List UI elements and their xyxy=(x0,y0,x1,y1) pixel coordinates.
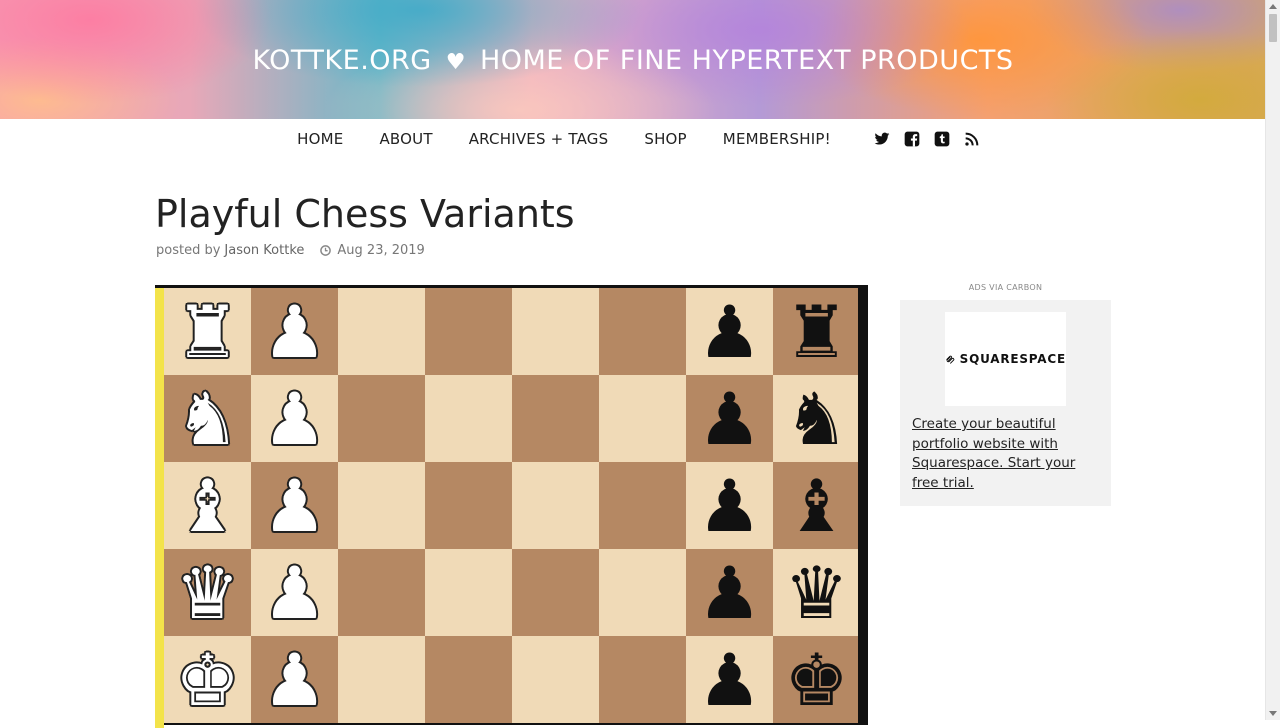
chess-board: ♜ ♟ ♟ ♜ ♞ ♟ ♟ ♞ ♝ ♟ ♟ ♝ ♛ ♟ ♟ ♛ ♚ ♟ ♟ ♚ xyxy=(164,288,858,728)
board-square xyxy=(512,636,599,723)
chess-piece-icon: ♜ xyxy=(175,289,240,374)
board-square: ♝ xyxy=(773,462,858,549)
twitter-icon[interactable] xyxy=(874,131,890,147)
board-square xyxy=(338,549,425,636)
chess-piece-icon: ♝ xyxy=(784,463,849,548)
board-square xyxy=(425,462,512,549)
social-links xyxy=(867,131,987,147)
nav-home[interactable]: HOME xyxy=(297,130,343,148)
post-date-link[interactable]: Aug 23, 2019 xyxy=(337,243,424,258)
chess-piece-icon: ♛ xyxy=(784,550,849,635)
chess-piece-icon: ♜ xyxy=(784,289,849,374)
board-square: ♝ xyxy=(164,462,251,549)
board-square xyxy=(338,636,425,723)
board-square: ♚ xyxy=(164,636,251,723)
ad-box: SQUARESPACE Create your beautiful portfo… xyxy=(900,300,1111,506)
board-square xyxy=(425,636,512,723)
board-square: ♞ xyxy=(773,375,858,462)
board-square: ♟ xyxy=(686,288,773,375)
site-name: KOTTKE.ORG xyxy=(252,45,432,76)
board-square xyxy=(512,462,599,549)
chess-piece-icon: ♟ xyxy=(697,637,762,722)
scroll-up-arrow-icon[interactable] xyxy=(1269,4,1277,9)
board-square xyxy=(599,462,686,549)
main-nav: HOME ABOUT ARCHIVES + TAGS SHOP MEMBERSH… xyxy=(0,119,1266,159)
post-title[interactable]: Playful Chess Variants xyxy=(155,192,575,236)
squarespace-logo-icon xyxy=(946,355,955,364)
chess-piece-icon: ♟ xyxy=(262,463,327,548)
board-square: ♜ xyxy=(164,288,251,375)
ad-label[interactable]: ADS VIA CARBON xyxy=(900,283,1111,292)
chess-piece-icon: ♟ xyxy=(697,550,762,635)
board-square: ♟ xyxy=(251,636,338,723)
board-square: ♜ xyxy=(773,288,858,375)
chess-piece-icon: ♚ xyxy=(784,637,849,722)
chess-piece-icon: ♟ xyxy=(697,463,762,548)
heart-icon: ♥ xyxy=(445,50,466,75)
nav-membership[interactable]: MEMBERSHIP! xyxy=(723,130,831,148)
board-square: ♟ xyxy=(686,375,773,462)
clock-icon xyxy=(320,245,332,256)
board-square xyxy=(599,375,686,462)
facebook-icon[interactable] xyxy=(904,131,920,147)
board-square xyxy=(425,375,512,462)
chess-piece-icon: ♟ xyxy=(262,637,327,722)
board-square xyxy=(338,375,425,462)
board-square xyxy=(512,375,599,462)
ad-brand-name: SQUARESPACE xyxy=(959,352,1066,366)
board-square xyxy=(599,636,686,723)
board-square: ♟ xyxy=(686,462,773,549)
chess-piece-icon: ♚ xyxy=(175,637,240,722)
site-tagline: HOME OF FINE HYPERTEXT PRODUCTS xyxy=(479,45,1014,76)
chess-piece-icon: ♛ xyxy=(175,550,240,635)
board-square xyxy=(338,288,425,375)
board-square: ♟ xyxy=(251,288,338,375)
nav-archives-tags[interactable]: ARCHIVES + TAGS xyxy=(469,130,609,148)
author-link[interactable]: Jason Kottke xyxy=(224,243,304,258)
post-byline: posted by Jason Kottke Aug 23, 2019 xyxy=(156,243,425,258)
nav-shop[interactable]: SHOP xyxy=(644,130,686,148)
board-square: ♟ xyxy=(251,375,338,462)
board-square xyxy=(512,288,599,375)
site-title[interactable]: KOTTKE.ORG ♥ HOME OF FINE HYPERTEXT PRODUC… xyxy=(252,45,1013,76)
chess-piece-icon: ♞ xyxy=(175,376,240,461)
chess-piece-icon: ♟ xyxy=(262,550,327,635)
board-square: ♟ xyxy=(251,549,338,636)
board-square: ♟ xyxy=(686,636,773,723)
board-square xyxy=(599,549,686,636)
chess-variant-image: ♜ ♟ ♟ ♜ ♞ ♟ ♟ ♞ ♝ ♟ ♟ ♝ ♛ ♟ ♟ ♛ ♚ ♟ ♟ ♚ xyxy=(155,285,868,728)
board-square: ♚ xyxy=(773,636,858,723)
board-square xyxy=(425,288,512,375)
board-square: ♛ xyxy=(773,549,858,636)
ad-logo[interactable]: SQUARESPACE xyxy=(945,312,1066,406)
scroll-down-arrow-icon[interactable] xyxy=(1269,711,1277,716)
board-square: ♟ xyxy=(686,549,773,636)
board-square: ♞ xyxy=(164,375,251,462)
chess-piece-icon: ♝ xyxy=(175,463,240,548)
board-edge-marker xyxy=(155,288,164,728)
board-square xyxy=(425,549,512,636)
board-square xyxy=(599,288,686,375)
chess-piece-icon: ♟ xyxy=(697,289,762,374)
vertical-scrollbar[interactable] xyxy=(1265,0,1280,720)
tumblr-icon[interactable] xyxy=(934,131,950,147)
board-square xyxy=(338,462,425,549)
board-square xyxy=(512,549,599,636)
scrollbar-thumb[interactable] xyxy=(1269,14,1277,42)
rss-icon[interactable] xyxy=(964,131,980,147)
chess-piece-icon: ♟ xyxy=(262,289,327,374)
chess-piece-icon: ♞ xyxy=(784,376,849,461)
site-banner[interactable]: KOTTKE.ORG ♥ HOME OF FINE HYPERTEXT PRODUC… xyxy=(0,0,1266,119)
ad-link[interactable]: Create your beautiful portfolio website … xyxy=(912,415,1102,493)
posted-by-label: posted by xyxy=(156,243,221,258)
board-square: ♟ xyxy=(251,462,338,549)
chess-piece-icon: ♟ xyxy=(262,376,327,461)
nav-about[interactable]: ABOUT xyxy=(379,130,432,148)
board-square: ♛ xyxy=(164,549,251,636)
chess-piece-icon: ♟ xyxy=(697,376,762,461)
